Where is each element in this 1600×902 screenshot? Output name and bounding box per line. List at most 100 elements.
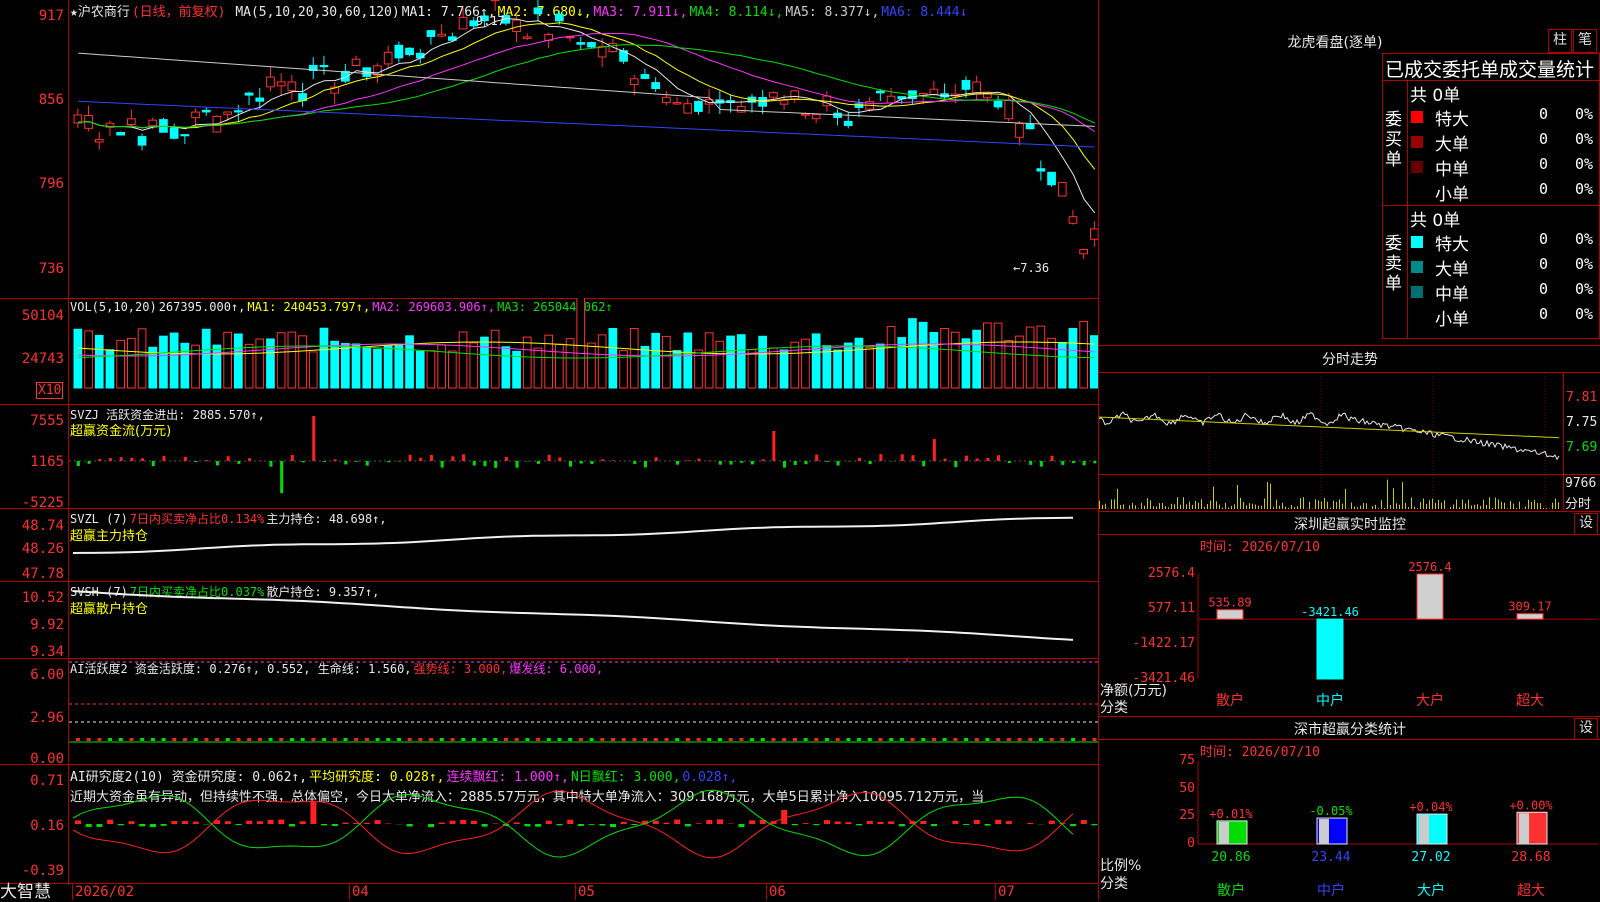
candle-body (695, 101, 703, 111)
activity-bar (665, 738, 669, 741)
activity-bar (632, 738, 636, 741)
candlestick-chart[interactable] (69, 0, 1098, 298)
vol-tick (1321, 501, 1322, 509)
research-bar (631, 824, 637, 825)
vol-tick (1231, 506, 1232, 509)
vol-tick (1159, 503, 1160, 509)
vol-tick (1243, 502, 1244, 509)
vol-tick (1174, 504, 1175, 509)
research-bar (268, 820, 274, 824)
vol-tick (1309, 502, 1310, 509)
vol-tick (1468, 500, 1469, 509)
vol-tick (1219, 505, 1220, 509)
sz-classify-chart[interactable]: +0.01%20.86散户-0.05%23.44中户+0.04%27.02大户+… (1098, 739, 1600, 900)
sell-label: 委卖单 (1385, 234, 1403, 294)
activity-bar (504, 738, 508, 741)
activity-bar (857, 738, 861, 741)
row-percent: 0% (1575, 305, 1593, 323)
vol-tick (1423, 499, 1424, 509)
vol-tick (1156, 507, 1157, 509)
volume-chart[interactable] (69, 298, 1098, 404)
flow-bar (601, 459, 604, 461)
category-label: 超大 (1516, 693, 1544, 709)
candle-body (245, 93, 253, 95)
vol-tick (1120, 505, 1121, 509)
vol-tick (1102, 505, 1103, 509)
flow-bar (323, 461, 326, 462)
activity-bar (354, 738, 358, 741)
sz-monitor-chart[interactable]: 535.89散户-3421.46中户2576.4大户309.17超大 (1098, 534, 1600, 714)
activity-bar (290, 738, 294, 741)
volume-bar (545, 335, 553, 388)
volume-bar (994, 323, 1002, 388)
settings-button[interactable]: 设 (1574, 513, 1598, 535)
divider (1098, 345, 1600, 346)
flow-bar (976, 458, 979, 461)
volume-bar (138, 329, 146, 388)
research-bar (557, 824, 563, 825)
activity-chart[interactable]: ↑↑ (69, 658, 1098, 764)
flow-bar (933, 439, 936, 461)
candle-body (780, 100, 788, 104)
research-bar (471, 821, 477, 824)
flow-bar (248, 458, 251, 461)
volume-bar (160, 336, 168, 388)
flow-bar (494, 461, 497, 468)
candle-body (770, 93, 778, 97)
activity-bar (1028, 738, 1032, 741)
intraday-chart[interactable] (1099, 373, 1563, 510)
candle-body (737, 106, 745, 112)
y-tick-label: 48.74 (0, 518, 64, 534)
vol-tick (1507, 508, 1508, 509)
vol-tick (1201, 499, 1202, 509)
settings-button[interactable]: 设 (1574, 718, 1598, 740)
vol-tick (1213, 487, 1214, 509)
vol-tick (1276, 500, 1277, 509)
bar-shade (1419, 815, 1429, 844)
volume-bar (1026, 327, 1034, 388)
vol-tick (1339, 499, 1340, 509)
research-bar (749, 820, 755, 824)
bar-value: 309.17 (1508, 600, 1551, 614)
flow-bar (558, 457, 561, 461)
activity-bar (472, 738, 476, 741)
row-percent: 0% (1575, 230, 1593, 248)
vol-tick (1519, 502, 1520, 509)
research-chart[interactable] (69, 764, 1098, 883)
y-tick-label: 0.00 (0, 751, 64, 767)
flow-bar (569, 461, 572, 467)
vol-tick (1435, 503, 1436, 509)
flow-bar (590, 461, 593, 464)
candle-body (684, 104, 692, 113)
flow-bar (901, 454, 904, 461)
y-tick-label: 856 (0, 92, 64, 108)
activity-bar (772, 738, 776, 741)
flow-bar (1008, 461, 1011, 463)
volume-bar (663, 336, 671, 388)
retail-holding-chart[interactable] (69, 581, 1098, 658)
vol-tick (1555, 499, 1556, 509)
y-tick-label: 0.71 (0, 773, 64, 789)
candle-body (523, 37, 531, 38)
vol-tick (1525, 507, 1526, 509)
main-holding-chart[interactable] (69, 508, 1098, 581)
research-bar (375, 820, 381, 824)
activity-bar (611, 738, 615, 741)
vol-tick (1537, 503, 1538, 509)
stroke-toggle-button[interactable]: 笔 (1573, 29, 1597, 53)
volume-bar (181, 343, 189, 388)
fund-flow-chart[interactable] (69, 404, 1098, 508)
research-line (73, 791, 1073, 858)
arrow-mark: ↑ (772, 658, 782, 665)
research-bar (193, 822, 199, 824)
bar-toggle-button[interactable]: 柱 (1548, 29, 1572, 53)
research-bar (289, 824, 295, 826)
volume-bar (866, 347, 874, 388)
research-bar (824, 820, 830, 824)
y-tick-label: 9.92 (0, 617, 64, 633)
color-swatch (1411, 136, 1423, 148)
flow-bar (804, 461, 807, 464)
activity-bar (440, 738, 444, 741)
flow-bar (815, 455, 818, 461)
vol-tick (1111, 500, 1112, 509)
